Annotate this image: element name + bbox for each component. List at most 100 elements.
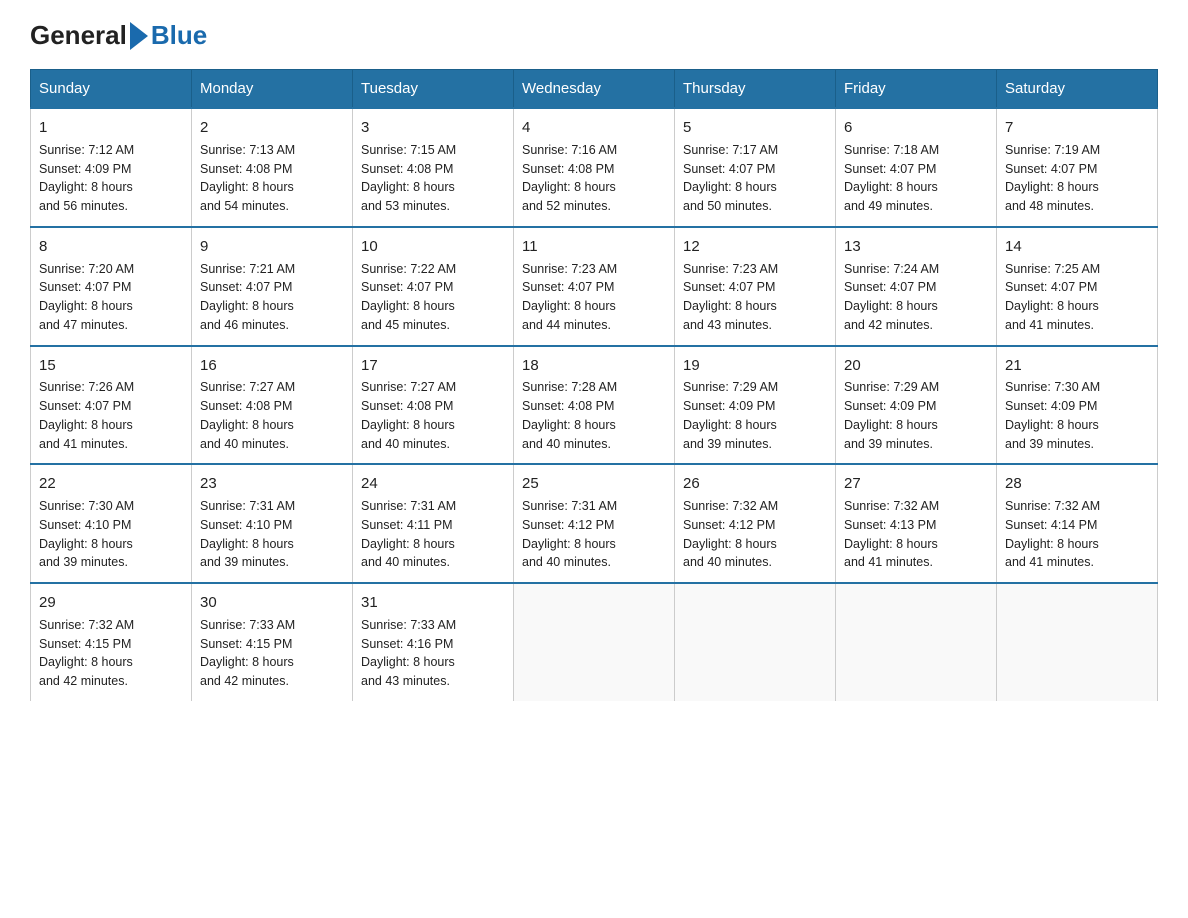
header-monday: Monday (192, 70, 353, 109)
day-number: 1 (39, 117, 183, 139)
day-info: Sunrise: 7:19 AMSunset: 4:07 PMDaylight:… (1005, 141, 1149, 216)
day-number: 20 (844, 355, 988, 377)
day-info: Sunrise: 7:22 AMSunset: 4:07 PMDaylight:… (361, 260, 505, 335)
calendar-table: SundayMondayTuesdayWednesdayThursdayFrid… (30, 69, 1158, 701)
day-number: 16 (200, 355, 344, 377)
day-info: Sunrise: 7:26 AMSunset: 4:07 PMDaylight:… (39, 378, 183, 453)
day-info: Sunrise: 7:32 AMSunset: 4:13 PMDaylight:… (844, 497, 988, 572)
day-number: 29 (39, 592, 183, 614)
day-info: Sunrise: 7:30 AMSunset: 4:09 PMDaylight:… (1005, 378, 1149, 453)
header-sunday: Sunday (31, 70, 192, 109)
calendar-cell: 22Sunrise: 7:30 AMSunset: 4:10 PMDayligh… (31, 464, 192, 583)
day-number: 19 (683, 355, 827, 377)
calendar-cell: 5Sunrise: 7:17 AMSunset: 4:07 PMDaylight… (675, 108, 836, 227)
day-info: Sunrise: 7:18 AMSunset: 4:07 PMDaylight:… (844, 141, 988, 216)
calendar-cell: 21Sunrise: 7:30 AMSunset: 4:09 PMDayligh… (997, 346, 1158, 465)
calendar-cell (675, 583, 836, 701)
calendar-cell: 27Sunrise: 7:32 AMSunset: 4:13 PMDayligh… (836, 464, 997, 583)
day-number: 14 (1005, 236, 1149, 258)
calendar-cell: 24Sunrise: 7:31 AMSunset: 4:11 PMDayligh… (353, 464, 514, 583)
logo-general-text: General (30, 20, 127, 51)
day-info: Sunrise: 7:30 AMSunset: 4:10 PMDaylight:… (39, 497, 183, 572)
day-number: 13 (844, 236, 988, 258)
header-friday: Friday (836, 70, 997, 109)
day-number: 17 (361, 355, 505, 377)
header-thursday: Thursday (675, 70, 836, 109)
calendar-cell: 4Sunrise: 7:16 AMSunset: 4:08 PMDaylight… (514, 108, 675, 227)
header-wednesday: Wednesday (514, 70, 675, 109)
day-info: Sunrise: 7:31 AMSunset: 4:10 PMDaylight:… (200, 497, 344, 572)
day-info: Sunrise: 7:13 AMSunset: 4:08 PMDaylight:… (200, 141, 344, 216)
day-number: 15 (39, 355, 183, 377)
day-number: 2 (200, 117, 344, 139)
calendar-cell: 14Sunrise: 7:25 AMSunset: 4:07 PMDayligh… (997, 227, 1158, 346)
calendar-cell: 17Sunrise: 7:27 AMSunset: 4:08 PMDayligh… (353, 346, 514, 465)
day-number: 8 (39, 236, 183, 258)
calendar-cell: 28Sunrise: 7:32 AMSunset: 4:14 PMDayligh… (997, 464, 1158, 583)
day-number: 28 (1005, 473, 1149, 495)
calendar-week-row: 22Sunrise: 7:30 AMSunset: 4:10 PMDayligh… (31, 464, 1158, 583)
calendar-cell: 9Sunrise: 7:21 AMSunset: 4:07 PMDaylight… (192, 227, 353, 346)
day-number: 11 (522, 236, 666, 258)
day-info: Sunrise: 7:23 AMSunset: 4:07 PMDaylight:… (683, 260, 827, 335)
logo-blue-text: Blue (151, 20, 207, 51)
day-info: Sunrise: 7:33 AMSunset: 4:16 PMDaylight:… (361, 616, 505, 691)
day-number: 25 (522, 473, 666, 495)
header: General Blue (30, 20, 1158, 51)
calendar-header-row: SundayMondayTuesdayWednesdayThursdayFrid… (31, 70, 1158, 109)
day-info: Sunrise: 7:24 AMSunset: 4:07 PMDaylight:… (844, 260, 988, 335)
day-number: 10 (361, 236, 505, 258)
calendar-cell: 19Sunrise: 7:29 AMSunset: 4:09 PMDayligh… (675, 346, 836, 465)
calendar-cell: 30Sunrise: 7:33 AMSunset: 4:15 PMDayligh… (192, 583, 353, 701)
calendar-cell: 18Sunrise: 7:28 AMSunset: 4:08 PMDayligh… (514, 346, 675, 465)
calendar-cell: 8Sunrise: 7:20 AMSunset: 4:07 PMDaylight… (31, 227, 192, 346)
calendar-cell: 7Sunrise: 7:19 AMSunset: 4:07 PMDaylight… (997, 108, 1158, 227)
day-number: 3 (361, 117, 505, 139)
calendar-cell: 3Sunrise: 7:15 AMSunset: 4:08 PMDaylight… (353, 108, 514, 227)
day-number: 26 (683, 473, 827, 495)
calendar-cell: 26Sunrise: 7:32 AMSunset: 4:12 PMDayligh… (675, 464, 836, 583)
day-number: 6 (844, 117, 988, 139)
day-info: Sunrise: 7:27 AMSunset: 4:08 PMDaylight:… (361, 378, 505, 453)
logo-arrow-icon (130, 22, 148, 50)
calendar-cell: 29Sunrise: 7:32 AMSunset: 4:15 PMDayligh… (31, 583, 192, 701)
calendar-cell: 10Sunrise: 7:22 AMSunset: 4:07 PMDayligh… (353, 227, 514, 346)
calendar-cell: 1Sunrise: 7:12 AMSunset: 4:09 PMDaylight… (31, 108, 192, 227)
day-info: Sunrise: 7:15 AMSunset: 4:08 PMDaylight:… (361, 141, 505, 216)
header-tuesday: Tuesday (353, 70, 514, 109)
calendar-cell (836, 583, 997, 701)
day-info: Sunrise: 7:32 AMSunset: 4:15 PMDaylight:… (39, 616, 183, 691)
day-info: Sunrise: 7:27 AMSunset: 4:08 PMDaylight:… (200, 378, 344, 453)
day-info: Sunrise: 7:23 AMSunset: 4:07 PMDaylight:… (522, 260, 666, 335)
calendar-cell: 2Sunrise: 7:13 AMSunset: 4:08 PMDaylight… (192, 108, 353, 227)
calendar-cell: 6Sunrise: 7:18 AMSunset: 4:07 PMDaylight… (836, 108, 997, 227)
calendar-cell (997, 583, 1158, 701)
calendar-cell: 15Sunrise: 7:26 AMSunset: 4:07 PMDayligh… (31, 346, 192, 465)
day-number: 4 (522, 117, 666, 139)
logo: General Blue (30, 20, 207, 51)
day-number: 7 (1005, 117, 1149, 139)
day-number: 31 (361, 592, 505, 614)
day-number: 18 (522, 355, 666, 377)
day-info: Sunrise: 7:31 AMSunset: 4:11 PMDaylight:… (361, 497, 505, 572)
day-number: 23 (200, 473, 344, 495)
day-number: 5 (683, 117, 827, 139)
day-info: Sunrise: 7:20 AMSunset: 4:07 PMDaylight:… (39, 260, 183, 335)
calendar-week-row: 15Sunrise: 7:26 AMSunset: 4:07 PMDayligh… (31, 346, 1158, 465)
day-info: Sunrise: 7:28 AMSunset: 4:08 PMDaylight:… (522, 378, 666, 453)
calendar-cell: 23Sunrise: 7:31 AMSunset: 4:10 PMDayligh… (192, 464, 353, 583)
day-info: Sunrise: 7:33 AMSunset: 4:15 PMDaylight:… (200, 616, 344, 691)
day-info: Sunrise: 7:17 AMSunset: 4:07 PMDaylight:… (683, 141, 827, 216)
calendar-cell: 16Sunrise: 7:27 AMSunset: 4:08 PMDayligh… (192, 346, 353, 465)
day-number: 24 (361, 473, 505, 495)
calendar-cell: 13Sunrise: 7:24 AMSunset: 4:07 PMDayligh… (836, 227, 997, 346)
calendar-week-row: 8Sunrise: 7:20 AMSunset: 4:07 PMDaylight… (31, 227, 1158, 346)
day-info: Sunrise: 7:12 AMSunset: 4:09 PMDaylight:… (39, 141, 183, 216)
calendar-cell: 12Sunrise: 7:23 AMSunset: 4:07 PMDayligh… (675, 227, 836, 346)
day-number: 21 (1005, 355, 1149, 377)
day-info: Sunrise: 7:16 AMSunset: 4:08 PMDaylight:… (522, 141, 666, 216)
calendar-cell: 11Sunrise: 7:23 AMSunset: 4:07 PMDayligh… (514, 227, 675, 346)
day-info: Sunrise: 7:25 AMSunset: 4:07 PMDaylight:… (1005, 260, 1149, 335)
day-info: Sunrise: 7:32 AMSunset: 4:14 PMDaylight:… (1005, 497, 1149, 572)
day-info: Sunrise: 7:29 AMSunset: 4:09 PMDaylight:… (683, 378, 827, 453)
